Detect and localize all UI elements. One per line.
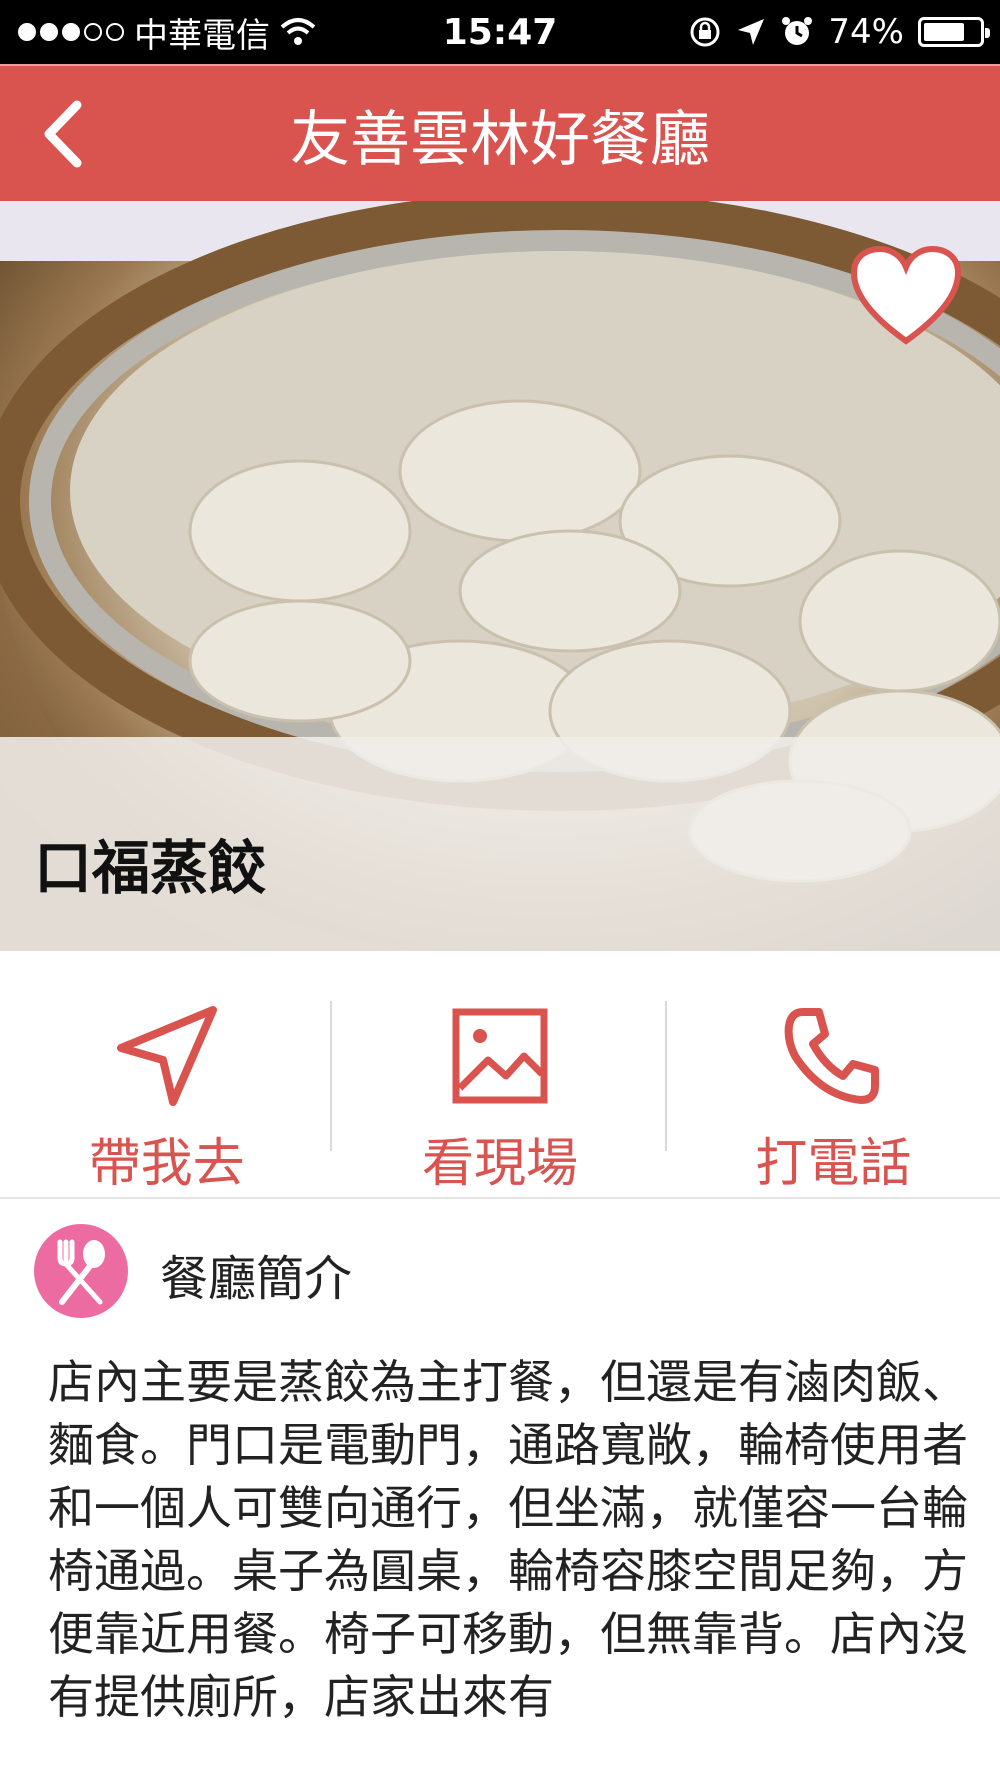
status-bar: 中華電信 15:47 74% — [0, 0, 1000, 64]
navigate-button[interactable]: 帶我去 — [0, 951, 333, 1197]
intro-body: 店內主要是蒸餃為主打餐，但還是有滷肉飯、麵食。門口是電動門，通路寬敞，輪椅使用者… — [48, 1355, 968, 1724]
fork-spoon-icon — [57, 1239, 105, 1305]
call-label: 打電話 — [755, 1134, 912, 1194]
status-left: 中華電信 — [18, 0, 316, 64]
action-divider — [330, 1001, 332, 1151]
intro-section: 餐廳簡介 店內主要是蒸餃為主打餐，但還是有滷肉飯、麵食。門口是電動門，通路寬敞，… — [0, 1199, 1000, 1778]
location-arrow-icon — [738, 19, 765, 45]
back-button[interactable] — [22, 94, 102, 174]
page-title: 友善雲林好餐廳 — [290, 105, 710, 175]
call-button[interactable]: 打電話 — [667, 951, 1000, 1197]
chevron-left-icon — [44, 100, 82, 168]
navigate-icon — [116, 1006, 217, 1106]
status-right: 74% — [688, 0, 990, 64]
battery-percent: 74% — [828, 12, 904, 52]
wifi-icon — [280, 18, 316, 45]
signal-strength-icon — [18, 23, 124, 41]
view-scene-label: 看現場 — [421, 1134, 578, 1194]
rotation-lock-icon — [690, 17, 720, 47]
view-scene-button[interactable]: 看現場 — [333, 951, 666, 1197]
heart-icon — [850, 245, 962, 345]
intro-title: 餐廳簡介 — [160, 1251, 353, 1307]
image-icon — [452, 1008, 548, 1104]
restaurant-icon — [34, 1224, 128, 1318]
action-bar: 帶我去 看現場 打電話 — [0, 951, 1000, 1199]
nav-header: 友善雲林好餐廳 — [0, 64, 1000, 201]
navigate-label: 帶我去 — [88, 1134, 245, 1194]
favorite-button[interactable] — [850, 245, 962, 349]
restaurant-photo: 口福蒸餃 — [0, 201, 1000, 951]
battery-fill — [924, 23, 964, 41]
phone-icon — [784, 1008, 880, 1104]
restaurant-name: 口福蒸餃 — [34, 834, 267, 902]
alarm-icon — [782, 17, 813, 45]
battery-icon — [918, 17, 990, 47]
carrier-label: 中華電信 — [134, 15, 270, 56]
